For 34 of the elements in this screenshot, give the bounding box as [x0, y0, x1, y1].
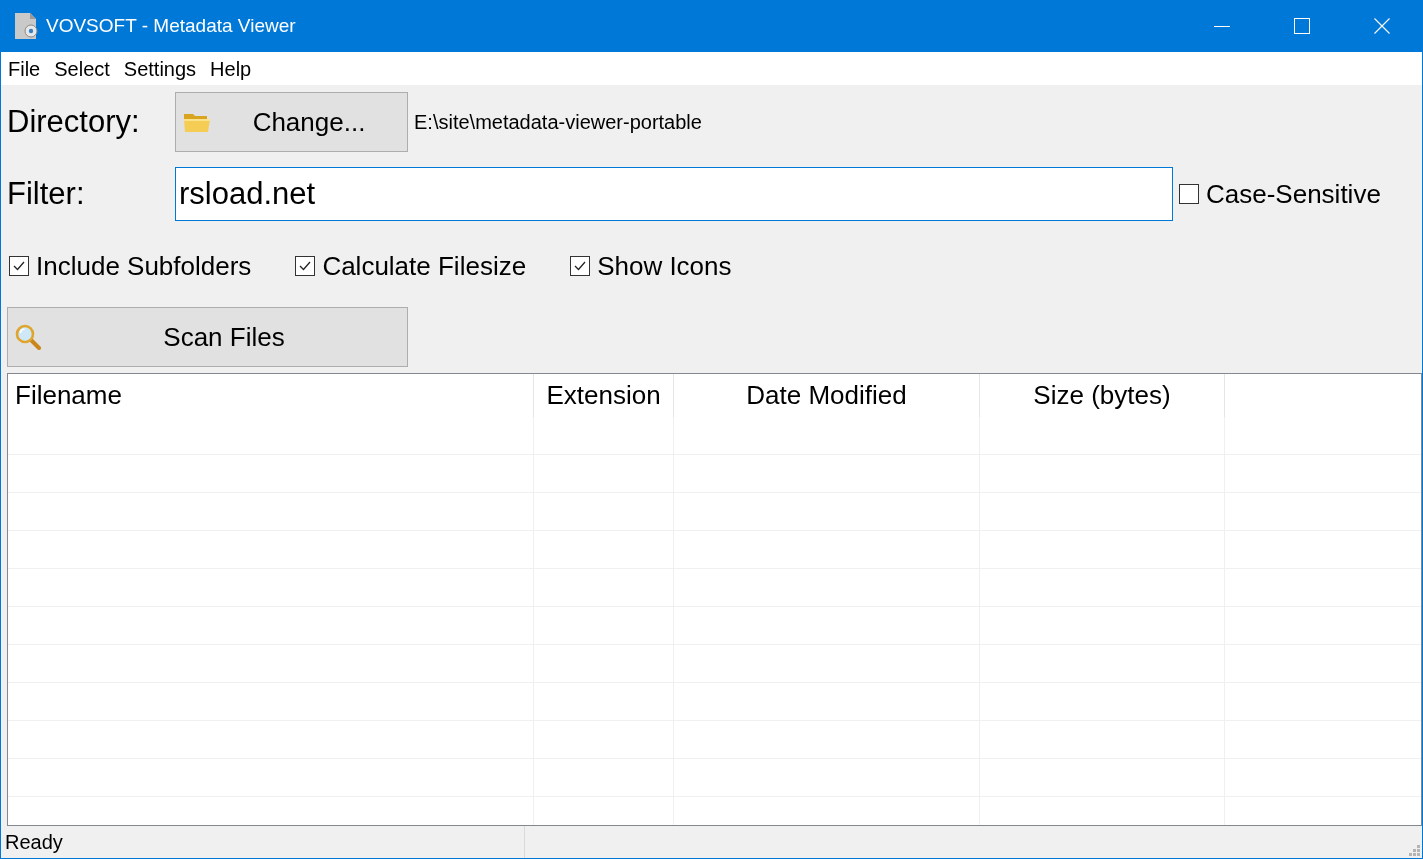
folder-icon: [183, 111, 211, 133]
checkbox-label: Show Icons: [597, 250, 732, 282]
checkbox[interactable]: [9, 256, 29, 276]
tick-icon: [13, 261, 25, 271]
checkbox-label: Include Subfolders: [36, 250, 252, 282]
menu-item[interactable]: Help: [203, 55, 259, 82]
column-header[interactable]: Date Modified: [674, 374, 980, 417]
checkbox-label: Calculate Filesize: [322, 250, 527, 282]
resize-grip-icon: [1408, 845, 1420, 857]
document-icon: [14, 12, 38, 40]
directory-path: E:\site\metadata-viewer-portable: [414, 110, 702, 134]
minimize-icon: [1214, 25, 1230, 27]
column-header[interactable]: Filename: [8, 374, 534, 417]
window-title: VOVSOFT - Metadata Viewer: [46, 15, 297, 37]
close-icon: [1374, 18, 1390, 34]
checkbox[interactable]: [295, 256, 316, 276]
directory-label: Directory:: [7, 104, 141, 140]
menu-item[interactable]: Select: [47, 55, 117, 82]
filter-field[interactable]: rsload.net: [175, 167, 1173, 221]
checkbox[interactable]: [570, 256, 591, 276]
tick-icon: [574, 261, 587, 271]
change-button[interactable]: Change...: [175, 92, 408, 152]
scan-files-button[interactable]: Scan Files: [7, 307, 408, 367]
checkbox-label: Case-Sensitive: [1206, 178, 1381, 210]
tick-icon: [299, 261, 312, 271]
column-header[interactable]: Extension: [534, 374, 674, 417]
magnifier-icon: [15, 324, 41, 350]
status-text: Ready: [5, 830, 63, 854]
filter-label: Filter:: [7, 176, 86, 212]
maximize-icon: [1294, 18, 1310, 34]
menu-item[interactable]: Settings: [116, 55, 204, 82]
checkbox[interactable]: [1179, 184, 1199, 204]
column-header[interactable]: Size (bytes): [980, 374, 1225, 417]
menu-item[interactable]: File: [1, 55, 48, 82]
